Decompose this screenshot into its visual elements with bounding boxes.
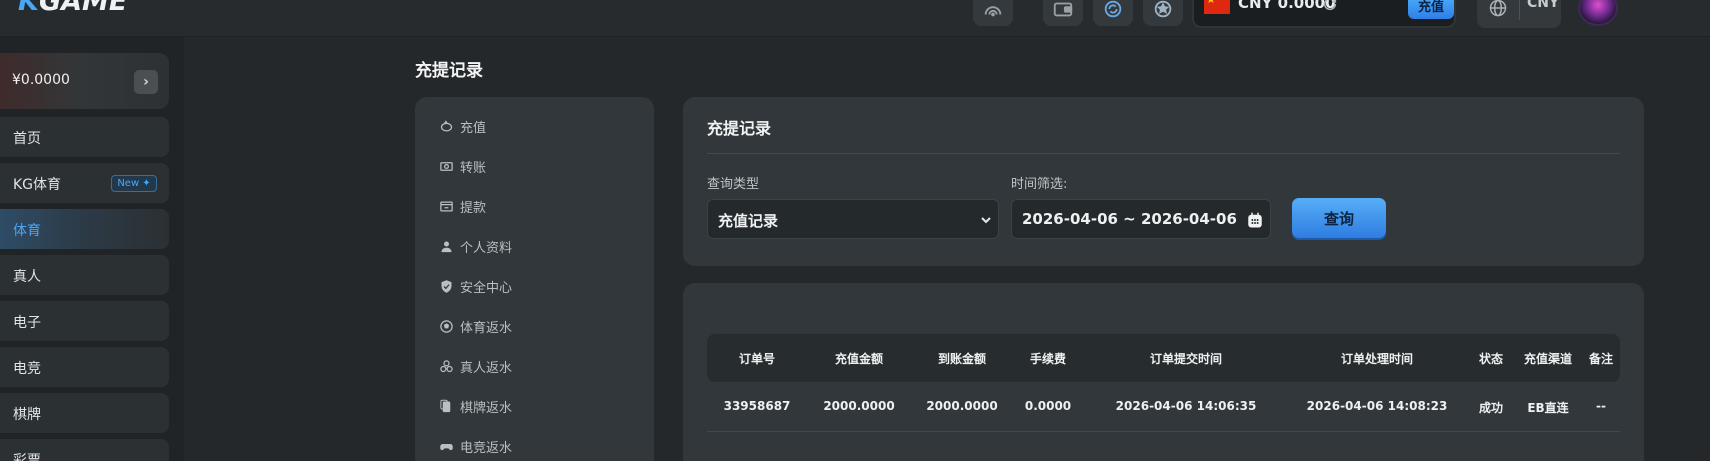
chevron-down-icon xyxy=(981,217,991,224)
sidebar-item-label: 彩票 xyxy=(13,453,41,461)
sidebar-item-label: 电竞 xyxy=(13,361,41,377)
submenu-label: 棋牌返水 xyxy=(460,400,513,416)
wallet-balance: CNY 0.0000 充值 xyxy=(1192,0,1456,28)
sidebar-item-esports[interactable]: 电竞 xyxy=(0,347,169,387)
sidebar-item-label: 棋牌 xyxy=(13,407,41,423)
sidebar-item-label: 体育 xyxy=(13,223,41,239)
status-cell: 成功 xyxy=(1478,401,1504,415)
sidebar-item-kg-sports[interactable]: KG体育 New ✦ xyxy=(0,163,169,203)
submenu-item-sports-rebate[interactable]: 体育返水 xyxy=(439,314,512,338)
calendar-icon[interactable] xyxy=(1246,211,1264,229)
submenu-item-security[interactable]: 安全中心 xyxy=(439,274,512,298)
column-header: 订单号 xyxy=(738,352,776,366)
date-range-input[interactable]: 2026-04-06 ~ 2026-04-06 xyxy=(1011,199,1271,239)
query-panel: 充提记录 查询类型 时间筛选: 充值记录 2026-04-06 ~ 2026-0… xyxy=(683,97,1644,266)
sidebar-item-slots[interactable]: 电子 xyxy=(0,301,169,341)
submenu-item-transfer[interactable]: 转账 xyxy=(439,154,486,178)
submenu-label: 提款 xyxy=(460,200,487,216)
sidebar-item-label: 真人 xyxy=(13,269,41,285)
submenu-item-live-rebate[interactable]: 真人返水 xyxy=(439,354,512,378)
page-title: 充提记录 xyxy=(415,61,483,81)
received-amount-cell: 2000.0000 xyxy=(926,399,998,413)
currency-label: CNY xyxy=(1527,0,1560,11)
column-header: 状态 xyxy=(1478,352,1504,366)
sidebar: ¥0.0000 › 首页 KG体育 New ✦ 体育 真人 电子 电竞 棋牌 彩… xyxy=(0,37,184,461)
vip-shield-icon[interactable] xyxy=(1143,0,1183,26)
sidebar-item-lottery[interactable]: 彩票 xyxy=(0,439,169,461)
shield-icon xyxy=(441,279,452,293)
process-time-cell: 2026-04-06 14:08:23 xyxy=(1306,399,1448,413)
query-type-select[interactable]: 充值记录 xyxy=(707,199,999,239)
wallet-icon[interactable] xyxy=(1043,0,1083,26)
sidebar-item-sports[interactable]: 体育 xyxy=(0,209,169,249)
gamepad-icon xyxy=(440,443,453,450)
chips-icon xyxy=(440,359,453,372)
column-header: 充值渠道 xyxy=(1523,352,1573,366)
submenu-label: 个人资料 xyxy=(460,240,513,256)
language-selector[interactable]: CNY xyxy=(1477,0,1561,28)
fee-cell: 0.0000 xyxy=(1024,399,1072,413)
divider xyxy=(707,153,1620,154)
submenu-label: 电竞返水 xyxy=(460,440,513,456)
column-header: 充值金额 xyxy=(834,352,884,366)
chevron-right-icon[interactable]: › xyxy=(134,70,158,94)
cards-icon xyxy=(440,399,451,412)
sidebar-item-home[interactable]: 首页 xyxy=(0,117,169,157)
globe-icon xyxy=(1489,0,1507,17)
column-header: 手续费 xyxy=(1029,352,1067,366)
column-header: 备注 xyxy=(1588,352,1614,366)
query-button[interactable]: 查询 xyxy=(1292,198,1386,238)
submenu-label: 体育返水 xyxy=(460,320,513,336)
soccer-ball-icon xyxy=(440,319,453,333)
sidebar-item-cards[interactable]: 棋牌 xyxy=(0,393,169,433)
order-id-cell: 33958687 xyxy=(723,399,791,413)
recharge-button[interactable]: 充值 xyxy=(1408,0,1454,19)
sidebar-item-label: KG体育 xyxy=(13,177,62,193)
submenu-label: 安全中心 xyxy=(460,280,513,296)
submenu-item-cards-rebate[interactable]: 棋牌返水 xyxy=(439,394,512,418)
records-table-panel: 订单号 充值金额 到账金额 手续费 订单提交时间 订单处理时间 状态 充值渠道 … xyxy=(683,283,1644,461)
panel-title: 充提记录 xyxy=(707,119,772,138)
divider xyxy=(1519,0,1520,20)
china-flag-icon xyxy=(1204,0,1230,14)
balance-card: ¥0.0000 › xyxy=(0,53,169,109)
query-type-value: 充值记录 xyxy=(718,212,779,230)
channel-cell: EB直连 xyxy=(1527,401,1569,415)
submenu-item-deposit[interactable]: 充值 xyxy=(439,114,486,138)
submenu-item-profile[interactable]: 个人资料 xyxy=(439,234,512,258)
avatar[interactable] xyxy=(1578,0,1618,26)
new-badge: New ✦ xyxy=(111,175,157,192)
logo[interactable]: KGAME xyxy=(18,0,127,17)
signal-icon[interactable] xyxy=(973,0,1013,26)
atm-icon xyxy=(440,201,453,211)
submenu-label: 真人返水 xyxy=(460,360,513,376)
column-header: 订单处理时间 xyxy=(1340,352,1414,366)
refresh-icon[interactable] xyxy=(1322,0,1338,12)
column-header: 订单提交时间 xyxy=(1149,352,1223,366)
sidebar-item-live[interactable]: 真人 xyxy=(0,255,169,295)
user-icon xyxy=(441,241,452,252)
top-header: KGAME CNY 0.0000 充值 CNY xyxy=(0,0,1710,37)
account-submenu: 充值 转账 提款 个人资料 安全中心 体育返水 真人返水 棋牌返水 电竞返水 xyxy=(415,97,654,461)
submenu-item-withdraw[interactable]: 提款 xyxy=(439,194,486,218)
piggy-bank-icon xyxy=(440,119,453,131)
sidebar-item-label: 电子 xyxy=(13,315,41,331)
table-row: 33958687 2000.0000 2000.0000 0.0000 2026… xyxy=(707,383,1620,432)
submit-time-cell: 2026-04-06 14:06:35 xyxy=(1115,399,1257,413)
deposit-amount-cell: 2000.0000 xyxy=(823,399,895,413)
submenu-item-esports-rebate[interactable]: 电竞返水 xyxy=(439,434,512,458)
cash-icon xyxy=(440,161,453,171)
column-header: 到账金额 xyxy=(937,352,987,366)
refresh-money-icon[interactable] xyxy=(1093,0,1133,26)
balance-amount: ¥0.0000 xyxy=(12,72,70,88)
date-range-value: 2026-04-06 ~ 2026-04-06 xyxy=(1022,210,1237,228)
table-header: 订单号 充值金额 到账金额 手续费 订单提交时间 订单处理时间 状态 充值渠道 … xyxy=(707,334,1620,382)
remark-cell: -- xyxy=(1596,399,1606,413)
time-filter-label: 时间筛选: xyxy=(1011,177,1068,192)
sidebar-item-label: 首页 xyxy=(13,131,41,147)
submenu-label: 转账 xyxy=(460,160,487,176)
submenu-label: 充值 xyxy=(460,120,487,136)
wallet-amount: CNY 0.0000 xyxy=(1238,0,1336,12)
query-type-label: 查询类型 xyxy=(707,177,760,192)
